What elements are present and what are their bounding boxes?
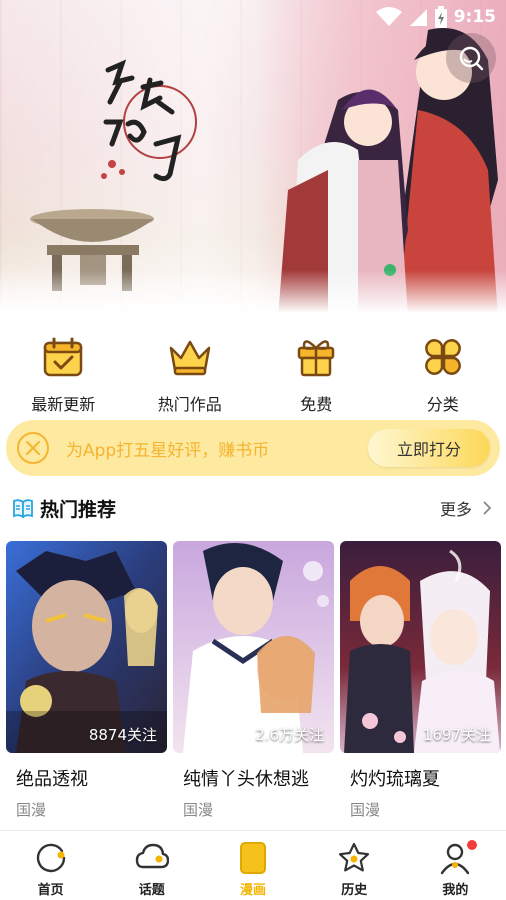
rating-banner[interactable]: 为App打五星好评，赚书币 立即打分 xyxy=(6,420,500,476)
tab-comics[interactable]: 漫画 xyxy=(202,831,303,900)
quick-nav-label: 最新更新 xyxy=(31,395,96,414)
comic-title[interactable]: 纯情丫头休想逃 xyxy=(183,765,334,791)
comic-tag: 国漫 xyxy=(183,801,214,819)
comic-title[interactable]: 绝品透视 xyxy=(16,765,167,791)
comic-cover[interactable]: 8874关注 xyxy=(6,541,167,753)
quick-nav-categories[interactable]: 分类 xyxy=(380,325,506,415)
cover-image-jue-pin-tou-shi xyxy=(6,541,167,753)
comic-tag: 国漫 xyxy=(350,801,381,819)
hot-recommend-header: 热门推荐 更多 xyxy=(0,490,506,526)
comic-icon xyxy=(240,842,266,874)
tab-label: 话题 xyxy=(138,883,165,898)
wifi-icon xyxy=(375,7,402,26)
rating-banner-text: 为App打五星好评，赚书币 xyxy=(66,440,270,461)
signal-icon xyxy=(409,9,427,26)
comic-card[interactable]: 1697关注 灼灼琉璃夏 国漫 xyxy=(340,541,501,826)
calendar-check-icon xyxy=(44,337,83,377)
quick-nav-label: 热门作品 xyxy=(157,395,222,414)
banner-floor-fade xyxy=(0,270,506,318)
tab-history[interactable]: 历史 xyxy=(304,831,405,900)
quick-nav-label: 免费 xyxy=(300,395,333,414)
chevron-right-icon[interactable] xyxy=(482,501,492,515)
comic-card[interactable]: 8874关注 绝品透视 国漫 xyxy=(6,541,167,826)
tab-label: 我的 xyxy=(442,883,469,898)
quick-nav-free[interactable]: 免费 xyxy=(253,325,380,415)
tab-home[interactable]: 首页 xyxy=(0,831,101,900)
bottom-nav: 首页 话题 漫画 历史 我的 xyxy=(0,830,506,900)
comic-cover[interactable]: 2.6万关注 xyxy=(173,541,334,753)
comic-title[interactable]: 灼灼琉璃夏 xyxy=(350,765,501,791)
status-bar: 9:15 xyxy=(375,4,496,30)
section-title: 热门推荐 xyxy=(40,498,117,521)
gift-icon xyxy=(298,340,335,377)
cover-image-zhuo-zhuo-liu-li-xia xyxy=(340,541,501,753)
cover-image-chun-qing-ya-tou xyxy=(173,541,334,753)
tab-label: 漫画 xyxy=(240,883,267,898)
quick-nav: 最新更新 热门作品 免费 分类 xyxy=(0,325,506,415)
status-time: 9:15 xyxy=(453,7,496,27)
notification-badge xyxy=(466,840,477,850)
book-icon xyxy=(13,499,33,518)
search-icon xyxy=(459,46,484,71)
quick-nav-hot-works[interactable]: 热门作品 xyxy=(127,325,254,415)
follow-count: 8874关注 xyxy=(88,726,157,744)
clover-grid-icon xyxy=(424,339,461,375)
follow-count: 1697关注 xyxy=(422,726,491,744)
topic-icon xyxy=(135,843,169,869)
comic-card[interactable]: 2.6万关注 纯情丫头休想逃 国漫 xyxy=(173,541,334,826)
home-icon xyxy=(36,843,65,873)
follow-count: 2.6万关注 xyxy=(255,726,324,744)
tab-profile[interactable]: 我的 xyxy=(405,831,506,900)
hero-banner[interactable]: 9:15 xyxy=(0,0,506,318)
star-history-icon xyxy=(339,842,370,872)
quick-nav-label: 分类 xyxy=(426,395,459,414)
quick-nav-latest-updates[interactable]: 最新更新 xyxy=(0,325,127,415)
rate-now-button[interactable]: 立即打分 xyxy=(368,429,490,467)
tab-label: 历史 xyxy=(341,883,368,898)
close-icon[interactable] xyxy=(16,431,50,465)
tab-topics[interactable]: 话题 xyxy=(101,831,202,900)
search-button[interactable] xyxy=(446,33,496,83)
hong-yan-ru-xi-calligraphy xyxy=(101,59,197,182)
tab-label: 首页 xyxy=(37,883,64,898)
comic-cover[interactable]: 1697关注 xyxy=(340,541,501,753)
battery-icon xyxy=(434,6,447,28)
hot-recommend-list: 8874关注 绝品透视 国漫 2.6万关注 纯情丫头休想逃 国漫 1697关注 … xyxy=(6,541,501,826)
more-link[interactable]: 更多 xyxy=(440,496,472,520)
crown-icon xyxy=(169,340,210,376)
comic-tag: 国漫 xyxy=(16,801,47,819)
